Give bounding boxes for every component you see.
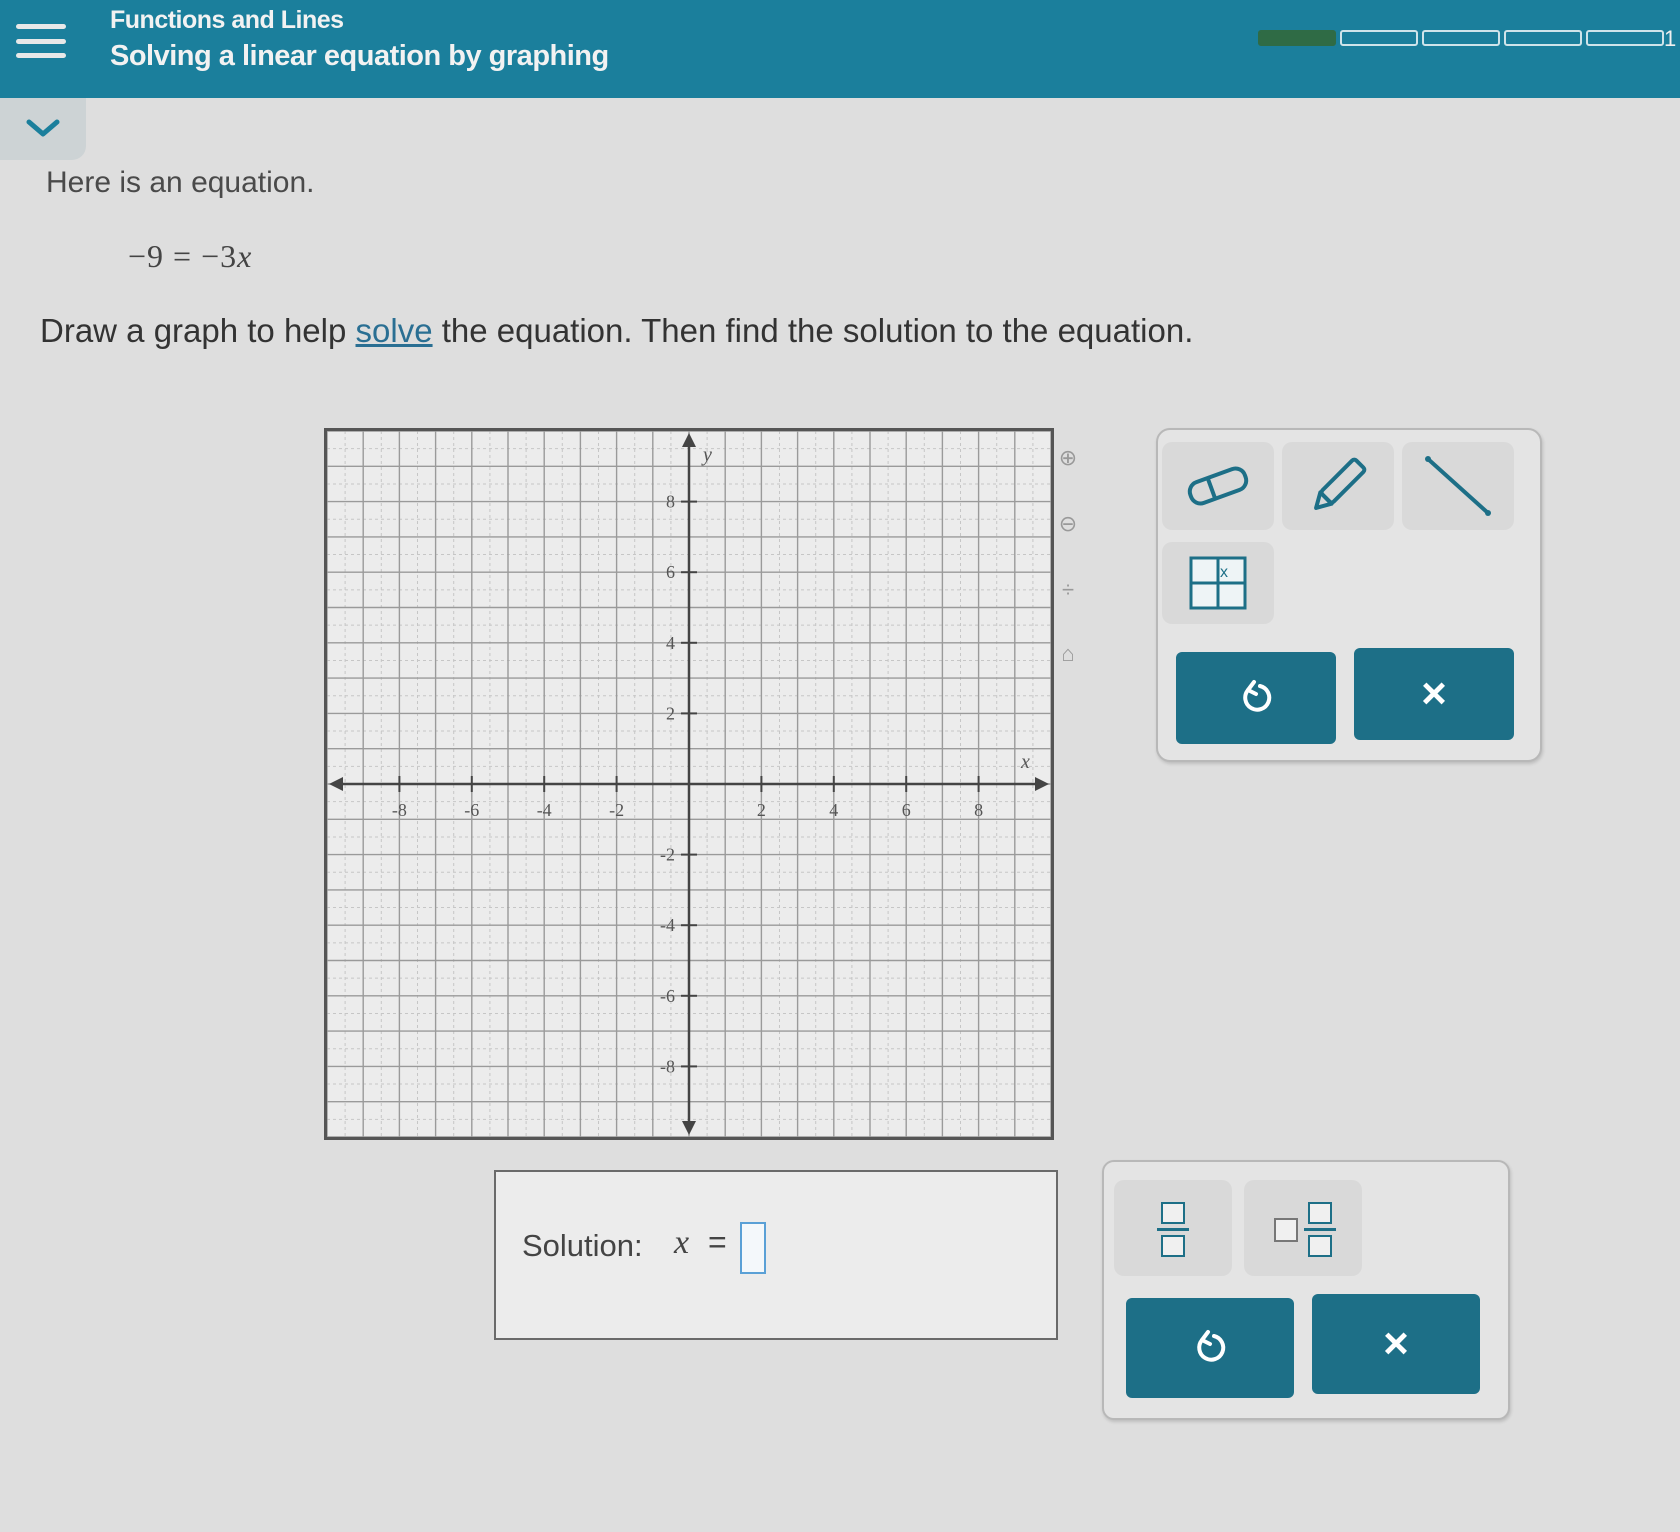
y-tick-label: -8 — [660, 1056, 675, 1076]
hamburger-menu-icon[interactable] — [16, 24, 66, 58]
y-tick-label: -6 — [660, 986, 675, 1006]
undo-icon — [1243, 680, 1272, 712]
table-icon: x — [1189, 556, 1247, 610]
x-tick-label: -2 — [609, 800, 624, 820]
solution-label: Solution: — [522, 1228, 643, 1263]
x-tick-label: -6 — [464, 800, 479, 820]
collapse-toggle[interactable] — [0, 98, 86, 160]
header-bar: Functions and Lines Solving a linear equ… — [0, 0, 1680, 98]
x-tick-label: 8 — [974, 800, 983, 820]
pencil-icon — [1314, 457, 1367, 510]
pencil-button[interactable] — [1282, 442, 1394, 530]
graph-clear-button[interactable]: × — [1354, 648, 1514, 740]
progress-segment — [1340, 30, 1418, 46]
answer-box: Solution: x = — [494, 1170, 1058, 1340]
home-icon[interactable]: ⌂ — [1052, 638, 1084, 670]
topic-title: Functions and Lines — [110, 6, 344, 34]
line-tool-button[interactable] — [1402, 442, 1514, 530]
progress-count: 1 — [1664, 26, 1677, 51]
x-axis-label: x — [1020, 751, 1030, 773]
fit-icon[interactable]: ÷ — [1052, 574, 1084, 606]
solve-link[interactable]: solve — [356, 312, 433, 349]
x-tick-label: 6 — [902, 800, 911, 820]
solution-equals: = — [708, 1224, 727, 1260]
x-tick-label: 4 — [829, 800, 838, 820]
equation-right-var: x — [237, 238, 253, 274]
solution-input[interactable] — [740, 1222, 766, 1274]
y-axis-label: y — [701, 444, 712, 466]
solution-variable: x — [674, 1224, 690, 1261]
problem-intro: Here is an equation. — [46, 166, 315, 199]
table-button[interactable]: x — [1162, 542, 1274, 624]
equation-equals: = — [173, 238, 193, 274]
eraser-icon — [1187, 466, 1249, 506]
equation-right-coef: −3 — [201, 238, 238, 274]
y-tick-label: -4 — [660, 915, 675, 935]
x-tick-label: -8 — [392, 800, 407, 820]
chevron-down-icon — [26, 119, 60, 137]
instruction-after: the equation. Then find the solution to … — [432, 312, 1194, 349]
graph-undo-button[interactable] — [1176, 652, 1336, 744]
y-axis-arrow-up — [682, 433, 696, 447]
answer-undo-button[interactable] — [1126, 1298, 1294, 1398]
graph-canvas[interactable]: -8 -6 -4 -2 2 4 6 8 8 6 4 2 -2 -4 -6 -8 x y — [327, 431, 1051, 1137]
progress-segment — [1586, 30, 1664, 46]
y-tick-label: 8 — [666, 492, 675, 512]
y-tick-label: 6 — [666, 562, 675, 582]
progress-segment — [1504, 30, 1582, 46]
y-tick-label: -2 — [660, 845, 675, 865]
progress-segment — [1422, 30, 1500, 46]
equation: −9 = −3x — [128, 238, 252, 275]
progress-segment — [1258, 30, 1336, 46]
mixed-number-button[interactable] — [1244, 1180, 1362, 1276]
x-axis-arrow-right — [1035, 777, 1049, 791]
instruction-text: Draw a graph to help solve the equation.… — [40, 312, 1193, 350]
undo-icon — [1197, 1330, 1226, 1362]
x-tick-label: -4 — [537, 800, 552, 820]
x-axis-arrow-left — [329, 777, 343, 791]
close-icon: × — [1383, 1319, 1409, 1368]
y-tick-label: 4 — [666, 633, 675, 653]
x-tick-label: 2 — [757, 800, 766, 820]
zoom-tools: ⊕ ⊖ ÷ ⌂ — [1046, 440, 1090, 680]
zoom-out-icon[interactable]: ⊖ — [1052, 508, 1084, 540]
lesson-title: Solving a linear equation by graphing — [110, 40, 609, 72]
y-tick-label: 2 — [666, 703, 675, 723]
progress-bar — [1258, 30, 1664, 46]
close-icon: × — [1421, 669, 1447, 718]
equation-left: −9 — [128, 238, 165, 274]
eraser-button[interactable] — [1162, 442, 1274, 530]
fraction-button[interactable] — [1114, 1180, 1232, 1276]
y-axis-arrow-down — [682, 1121, 696, 1135]
line-segment-icon — [1425, 456, 1491, 516]
zoom-in-icon[interactable]: ⊕ — [1052, 442, 1084, 474]
coordinate-graph[interactable]: -8 -6 -4 -2 2 4 6 8 8 6 4 2 -2 -4 -6 -8 x y — [324, 428, 1054, 1140]
instruction-before: Draw a graph to help — [40, 312, 356, 349]
math-input-panel: × — [1102, 1160, 1510, 1420]
svg-text:x: x — [1220, 564, 1228, 581]
answer-clear-button[interactable]: × — [1312, 1294, 1480, 1394]
graph-tool-panel: x × — [1156, 428, 1542, 762]
